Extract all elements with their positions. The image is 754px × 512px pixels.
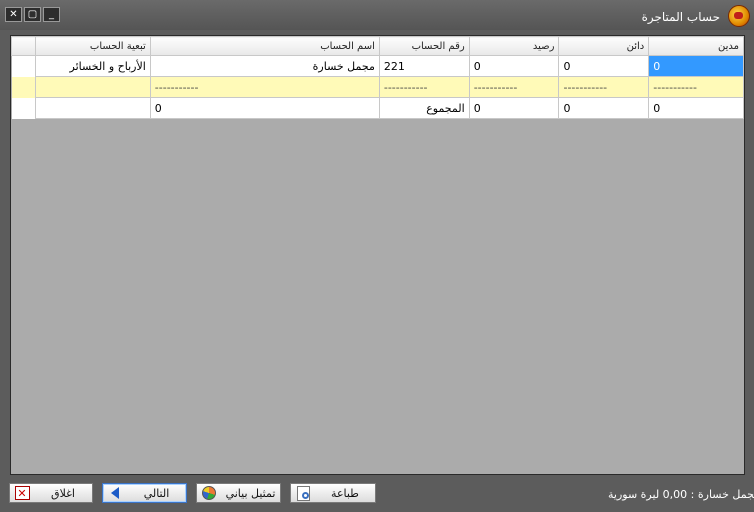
row-header — [11, 97, 36, 119]
col-balance[interactable]: رصيد — [468, 36, 560, 56]
table-row[interactable]: 0 0 0 221 مجمل خسارة الأرباح و الخسائر — [11, 55, 744, 77]
separator-row: ----------- ----------- ----------- ----… — [11, 76, 744, 98]
chart-button[interactable]: تمثيل بياني — [196, 483, 281, 503]
row-header-corner — [11, 36, 36, 56]
next-button-label: التالي — [143, 486, 170, 500]
next-button[interactable]: التالي — [102, 483, 187, 503]
dash-cell: ----------- — [378, 76, 470, 98]
app-window: حساب المتاجرة ✕ ▢ _ مدين دائن رصيد رقم ا… — [0, 0, 754, 512]
print-button-label: طباعة — [331, 486, 359, 500]
cell-balance[interactable]: 0 — [468, 55, 560, 77]
cell-credit[interactable]: 0 — [558, 55, 650, 77]
arrow-left-icon — [107, 486, 123, 500]
dash-cell: ----------- — [149, 76, 380, 98]
col-debit[interactable]: مدين — [648, 36, 744, 56]
close-button-label: اغلاق — [51, 486, 75, 500]
cell-account-number[interactable]: 221 — [378, 55, 470, 77]
app-logo-icon — [728, 5, 750, 27]
accounts-grid-panel: مدين دائن رصيد رقم الحساب اسم الحساب تبع… — [10, 35, 745, 475]
row-header — [11, 55, 36, 77]
col-account-parent[interactable]: تبعية الحساب — [34, 36, 151, 56]
total-name-value: 0 — [149, 97, 380, 119]
window-controls: ✕ ▢ _ — [5, 7, 60, 22]
total-credit: 0 — [558, 97, 650, 119]
total-row: 0 0 0 المجموع 0 — [11, 97, 744, 119]
col-account-number[interactable]: رقم الحساب — [378, 36, 470, 56]
row-header — [11, 76, 36, 98]
dash-cell: ----------- — [648, 76, 744, 98]
status-currency: ليرة سورية — [608, 488, 660, 501]
total-label: المجموع — [378, 97, 470, 119]
pie-chart-icon — [201, 486, 217, 500]
window-title: حساب المتاجرة — [641, 10, 720, 24]
print-preview-icon — [295, 485, 311, 501]
print-button[interactable]: طباعة — [290, 483, 376, 503]
exit-icon: ✕ — [14, 486, 30, 500]
accounts-table: مدين دائن رصيد رقم الحساب اسم الحساب تبع… — [11, 36, 744, 119]
table-header-row: مدين دائن رصيد رقم الحساب اسم الحساب تبع… — [11, 36, 744, 56]
cell-account-name[interactable]: مجمل خسارة — [149, 55, 380, 77]
cell-debit[interactable]: 0 — [648, 55, 744, 77]
maximize-icon[interactable]: ▢ — [24, 7, 41, 22]
close-button[interactable]: ✕ اغلاق — [9, 483, 93, 503]
dash-cell: ----------- — [468, 76, 560, 98]
gross-loss-status: مجمل خسارة : 0,00 ليرة سورية — [608, 488, 754, 501]
minimize-icon[interactable]: _ — [43, 7, 60, 22]
col-credit[interactable]: دائن — [558, 36, 650, 56]
status-value: 0,00 — [662, 488, 688, 501]
cell-account-parent[interactable]: الأرباح و الخسائر — [34, 55, 151, 77]
col-account-name[interactable]: اسم الحساب — [149, 36, 380, 56]
total-debit: 0 — [648, 97, 744, 119]
dash-cell — [34, 76, 151, 98]
title-bar[interactable]: حساب المتاجرة ✕ ▢ _ — [0, 0, 754, 30]
dash-cell: ----------- — [558, 76, 650, 98]
chart-button-label: تمثيل بياني — [225, 486, 276, 500]
close-icon[interactable]: ✕ — [5, 7, 22, 22]
status-label: مجمل خسارة : — [690, 488, 754, 501]
total-balance: 0 — [468, 97, 560, 119]
total-empty — [34, 97, 151, 119]
